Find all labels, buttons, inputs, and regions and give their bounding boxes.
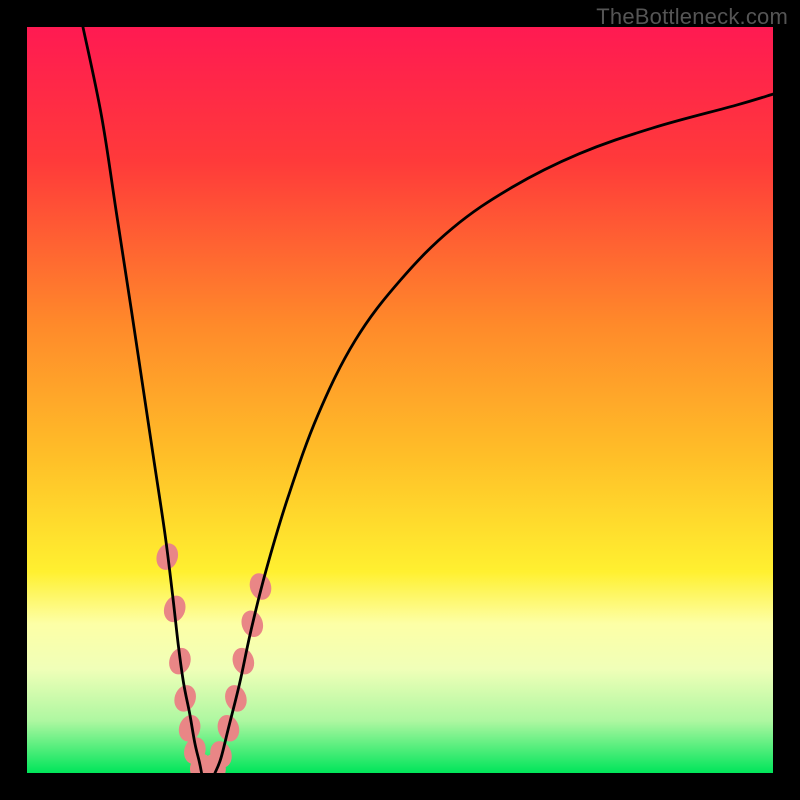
series-right-curve [215,94,773,773]
watermark-text: TheBottleneck.com [596,4,788,30]
curves-layer [27,27,773,773]
chart-frame: TheBottleneck.com [0,0,800,800]
plot-area [27,27,773,773]
